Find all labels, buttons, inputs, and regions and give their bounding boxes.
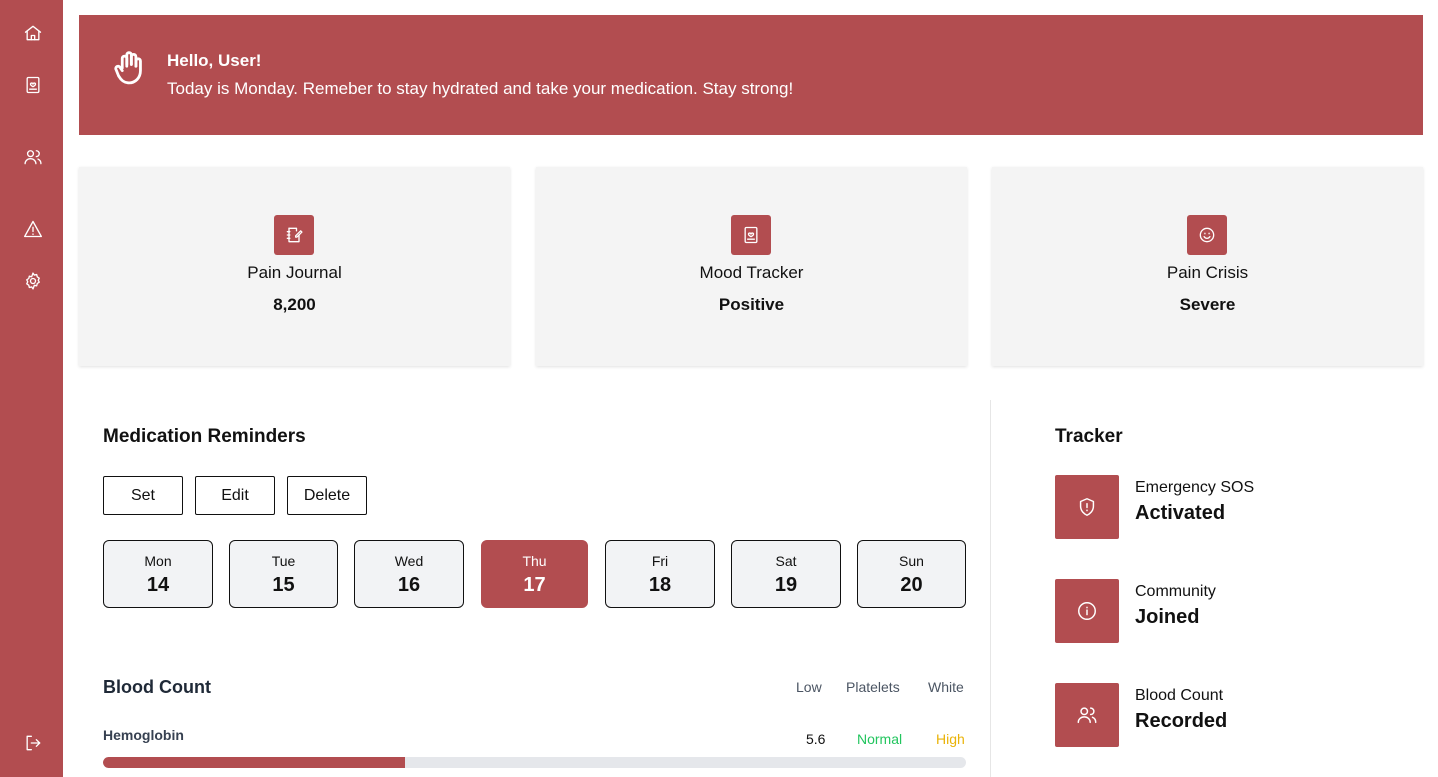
stat-card-pain-journal[interactable]: Pain Journal 8,200 [79, 167, 510, 366]
day-mon[interactable]: Mon 14 [103, 540, 213, 608]
users-icon[interactable] [21, 145, 45, 169]
day-number: 16 [397, 574, 421, 596]
day-number: 19 [774, 574, 798, 596]
day-name: Mon [144, 553, 172, 569]
blood-count-title: Blood Count [103, 677, 211, 697]
journal-icon [731, 215, 771, 255]
day-sat[interactable]: Sat 19 [731, 540, 841, 608]
header-low: Low [796, 679, 822, 695]
settings-icon[interactable] [21, 269, 45, 293]
day-wed[interactable]: Wed 16 [354, 540, 464, 608]
tracker-title: Tracker [1055, 426, 1123, 447]
sidebar [0, 0, 63, 777]
tracker-value: Joined [1135, 606, 1200, 628]
greeting-message: Today is Monday. Remeber to stay hydrate… [167, 79, 794, 98]
greeting-banner: Hello, User! Today is Monday. Remeber to… [79, 15, 1423, 135]
day-name: Wed [394, 553, 424, 569]
day-sun[interactable]: Sun 20 [857, 540, 966, 608]
tracker-value: Activated [1135, 502, 1226, 524]
smile-icon [1187, 215, 1227, 255]
tracker-value: Recorded [1135, 710, 1228, 732]
stat-card-mood-tracker[interactable]: Mood Tracker Positive [536, 167, 967, 366]
info-icon[interactable] [1055, 579, 1119, 643]
delete-button[interactable]: Delete [287, 476, 367, 515]
hemoglobin-progress-bar [103, 757, 966, 768]
header-white: White [928, 679, 964, 695]
edit-button[interactable]: Edit [195, 476, 275, 515]
shield-alert-icon[interactable] [1055, 475, 1119, 539]
day-number: 20 [900, 574, 923, 596]
day-name: Thu [522, 553, 547, 569]
section-divider [990, 400, 991, 777]
logout-icon[interactable] [21, 731, 45, 755]
header-platelets: Platelets [846, 679, 900, 695]
day-number: 18 [648, 574, 672, 596]
day-thu[interactable]: Thu 17 [481, 540, 588, 608]
day-fri[interactable]: Fri 18 [605, 540, 715, 608]
day-tue[interactable]: Tue 15 [229, 540, 338, 608]
day-name: Tue [271, 553, 296, 569]
day-number: 15 [272, 574, 295, 596]
waving-hand-icon [110, 47, 152, 94]
greeting-title: Hello, User! [167, 51, 262, 70]
status-high: High [936, 731, 965, 747]
users-icon[interactable] [1055, 683, 1119, 747]
stat-label: Mood Tracker [699, 263, 804, 282]
stat-card-pain-crisis[interactable]: Pain Crisis Severe [992, 167, 1423, 366]
stat-value: Positive [718, 295, 785, 314]
journal-icon[interactable] [21, 73, 45, 97]
stat-label: Pain Journal [247, 263, 342, 282]
alert-icon[interactable] [21, 217, 45, 241]
status-normal: Normal [857, 731, 903, 747]
day-name: Sat [775, 553, 797, 569]
day-name: Sun [899, 553, 924, 569]
hemoglobin-progress-fill [103, 757, 406, 768]
tracker-label: Blood Count [1135, 687, 1224, 704]
tracker-label: Community [1135, 583, 1216, 600]
medication-reminders-title: Medication Reminders [103, 426, 306, 447]
stat-value: Severe [1179, 295, 1236, 314]
day-number: 14 [146, 574, 170, 596]
hemoglobin-label: Hemoglobin [103, 727, 184, 743]
edit-note-icon [274, 215, 314, 255]
tracker-label: Emergency SOS [1135, 479, 1255, 496]
stat-value: 8,200 [273, 295, 316, 314]
hemoglobin-value: 5.6 [806, 731, 826, 747]
stat-label: Pain Crisis [1166, 263, 1249, 282]
set-button[interactable]: Set [103, 476, 183, 515]
day-number: 17 [523, 574, 546, 596]
home-icon[interactable] [21, 21, 45, 45]
day-name: Fri [651, 553, 669, 569]
